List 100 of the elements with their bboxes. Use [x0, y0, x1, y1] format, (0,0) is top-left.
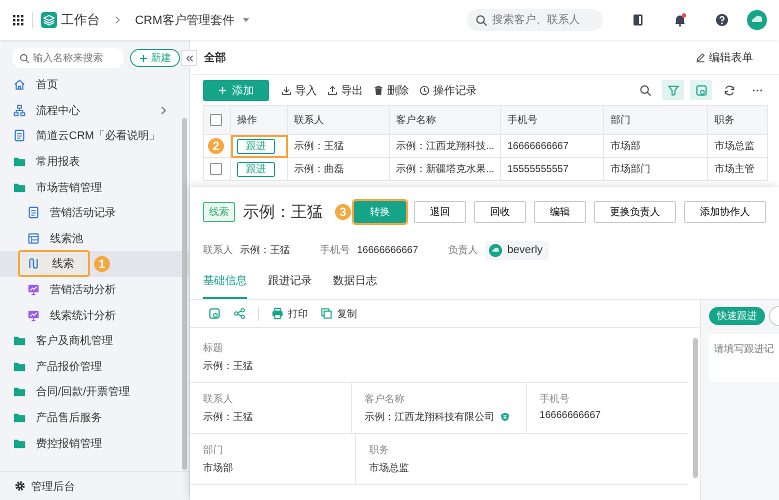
sidebar-item[interactable]: 费控报销管理 — [0, 430, 189, 456]
search-icon — [638, 84, 652, 96]
toolbar-action[interactable]: 导入 — [281, 82, 317, 98]
download-icon — [281, 84, 292, 96]
column-header: 职务 — [714, 115, 734, 126]
action-button[interactable]: 添加协作人 — [684, 201, 766, 223]
double-chevron-left-icon — [184, 54, 194, 62]
toolbar-action[interactable]: 删除 — [373, 82, 409, 98]
admin-link[interactable]: 管理后台 — [0, 471, 189, 500]
action-button[interactable]: 退回 — [414, 201, 466, 223]
sidebar-item[interactable]: 客户及商机管理 — [0, 328, 189, 354]
field-value: 示例：江西龙翔科技有限公司 — [364, 410, 494, 424]
book-icon[interactable] — [631, 13, 645, 27]
record-title: 示例：王猛 — [243, 202, 324, 222]
toolbar-action[interactable]: 操作记录 — [419, 82, 477, 98]
folder-icon — [13, 155, 26, 168]
column-header: 操作 — [237, 115, 257, 126]
table-cell: 示例：王猛 — [294, 141, 344, 152]
sidebar-item[interactable]: 营销活动记录 — [0, 200, 189, 226]
table-cell: 市场主管 — [714, 164, 754, 175]
checkbox[interactable] — [210, 163, 222, 175]
table-icon — [27, 232, 40, 245]
folder-icon — [13, 334, 26, 348]
field-label: 联系人 — [203, 392, 234, 406]
sidebar-item[interactable]: 产品报价管理 — [0, 354, 189, 380]
clock-icon — [419, 84, 430, 96]
sidebar-item[interactable]: 市场营销管理 — [0, 174, 189, 200]
step-number-badge: 3 — [335, 204, 351, 220]
toolbar-action[interactable]: 打印 — [271, 306, 308, 320]
action-button[interactable]: 回收 — [474, 201, 526, 223]
pencil-icon — [695, 52, 706, 62]
tool-button[interactable] — [208, 307, 221, 320]
search-field[interactable]: 输入名称来搜索 — [12, 48, 124, 68]
action-button[interactable]: 更换负责人 — [594, 201, 676, 223]
owner-chip[interactable]: beverly — [485, 240, 549, 260]
sidebar-item[interactable]: 营销活动分析 — [0, 276, 189, 302]
home-icon — [13, 78, 26, 92]
step-number-badge: 1 — [94, 256, 110, 272]
app-grid-icon[interactable] — [12, 14, 24, 26]
help-icon[interactable] — [715, 13, 729, 27]
column-header: 部门 — [610, 115, 630, 126]
table-cell: 示例：曲磊 — [294, 164, 344, 175]
copy-icon — [320, 307, 333, 320]
global-search-field[interactable]: 搜索客户、联系人 — [467, 9, 603, 31]
share-icon — [233, 307, 246, 320]
card-view-icon — [208, 307, 221, 320]
field-value: 示例：王猛 — [203, 411, 253, 424]
field-label: 部门 — [203, 444, 224, 457]
table-cell: 示例：新疆塔克水果... — [396, 164, 494, 175]
table-cell: 16666666667 — [507, 140, 569, 152]
sidebar-item[interactable]: 常用报表 — [0, 148, 189, 174]
trash-icon — [373, 84, 384, 96]
tab[interactable]: 跟进记录 — [268, 263, 312, 299]
tab[interactable]: 数据日志 — [333, 263, 377, 299]
table-cell: 市场部门 — [610, 164, 650, 175]
shield-icon — [500, 412, 510, 422]
settings-icon — [14, 480, 26, 492]
monitor-chart-icon — [27, 283, 40, 296]
breadcrumb-link[interactable]: CRM客户管理套件 — [135, 12, 234, 28]
table-cell: 市场部 — [610, 141, 640, 152]
field-value: 16666666667 — [540, 410, 601, 421]
sidebar-item[interactable]: 线索 1 — [0, 251, 189, 277]
scrollbar[interactable] — [693, 338, 698, 478]
record-type-tag: 线索 — [203, 202, 235, 222]
monitor-chart-icon — [27, 308, 40, 322]
column-header: 客户名称 — [396, 115, 436, 126]
follow-up-note-field[interactable]: 请填写跟进记 — [709, 334, 779, 382]
sidebar-item[interactable]: 首页 — [0, 72, 189, 98]
action-button[interactable]: 编辑 — [534, 201, 586, 223]
sidebar-item[interactable]: 合同/回款/开票管理 — [0, 379, 189, 405]
avatar-icon[interactable] — [747, 10, 767, 30]
app-name[interactable]: 工作台 — [61, 11, 100, 29]
info-value: 示例：王猛 — [240, 244, 290, 257]
search-icon — [19, 52, 30, 64]
chevron-right-icon — [114, 15, 121, 25]
checkbox[interactable] — [210, 114, 222, 126]
table-cell: 15555555557 — [507, 164, 569, 174]
sidebar-item[interactable]: 简道云CRM「必看说明」 — [0, 123, 189, 149]
info-label: 联系人 — [203, 244, 233, 257]
printer-icon — [271, 307, 284, 320]
edit-form-link[interactable]: 编辑表单 — [695, 50, 753, 64]
field-label: 职务 — [369, 444, 390, 457]
sidebar-item[interactable]: 线索池 — [0, 226, 189, 252]
sidebar-item[interactable]: 流程中心 — [0, 98, 189, 124]
scrollbar[interactable] — [182, 118, 187, 470]
collapse-button[interactable] — [181, 50, 197, 66]
toolbar-action[interactable]: 导出 — [327, 82, 363, 98]
plus-icon — [139, 54, 148, 62]
sidebar-item[interactable]: 线索统计分析 — [0, 302, 189, 328]
hierarchy-icon — [13, 104, 26, 117]
folder-icon — [13, 385, 26, 398]
toolbar-action[interactable]: 复制 — [320, 306, 357, 320]
sidebar-item[interactable]: 产品售后服务 — [0, 404, 189, 430]
field-value: 市场部 — [203, 462, 233, 475]
table-cell: 示例：江西龙翔科技... — [396, 141, 494, 152]
caret-down-icon[interactable] — [242, 18, 250, 22]
bell-icon[interactable] — [673, 13, 687, 27]
column-header: 联系人 — [294, 115, 324, 126]
info-label: 负责人 — [448, 244, 478, 257]
tool-button[interactable] — [233, 307, 246, 320]
